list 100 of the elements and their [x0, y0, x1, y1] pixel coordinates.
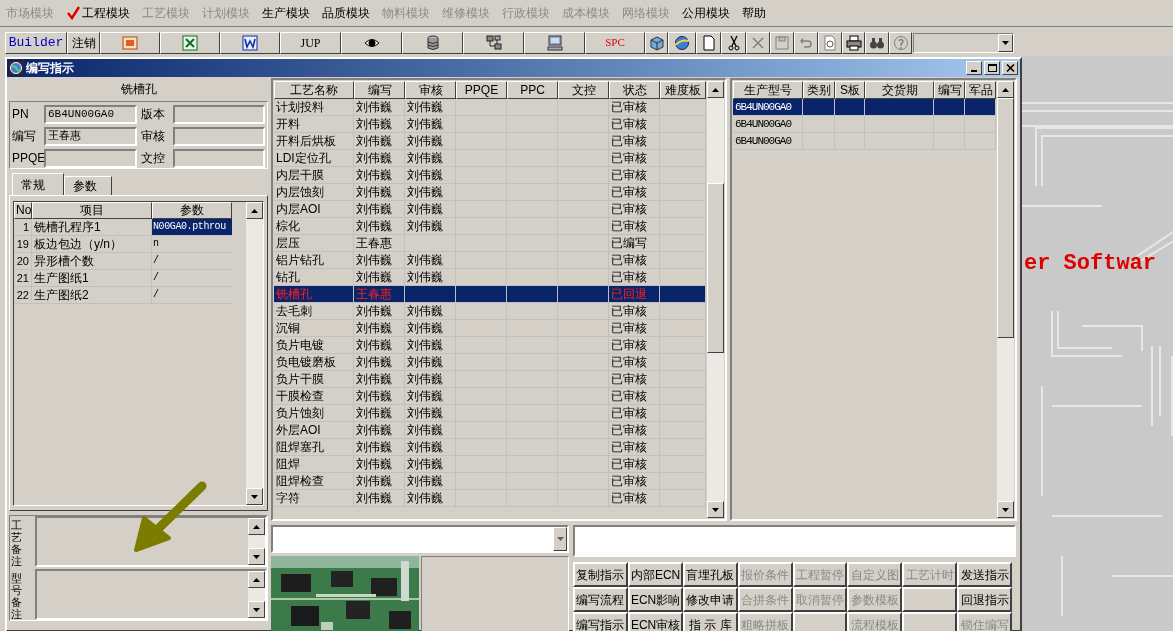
- table-row[interactable]: 铣槽孔 王春惠 已回退: [274, 286, 706, 303]
- input-field[interactable]: [573, 525, 1016, 557]
- table-row[interactable]: 开料 刘伟巍 刘伟巍 已审核: [274, 116, 706, 133]
- help-button[interactable]: [889, 31, 912, 54]
- column-header[interactable]: 工艺名称: [274, 81, 354, 99]
- column-header[interactable]: 编写: [934, 81, 965, 99]
- undo-button[interactable]: [794, 31, 818, 54]
- logout-button[interactable]: 注销: [67, 31, 100, 54]
- table-row[interactable]: 6B4UN00GA0: [733, 116, 996, 133]
- table-row[interactable]: 内层干膜 刘伟巍 刘伟巍 已审核: [274, 167, 706, 184]
- column-header[interactable]: 项目: [32, 202, 152, 219]
- maximize-button[interactable]: [984, 61, 1000, 75]
- toolbar-button[interactable]: [668, 31, 696, 54]
- table-row[interactable]: 开料后烘板 刘伟巍 刘伟巍 已审核: [274, 133, 706, 150]
- table-row[interactable]: 干膜检查 刘伟巍 刘伟巍 已审核: [274, 388, 706, 405]
- scrollbar[interactable]: [997, 81, 1014, 518]
- toolbar-button[interactable]: [341, 31, 402, 54]
- scrollbar[interactable]: [248, 571, 265, 618]
- input-field[interactable]: [172, 126, 265, 146]
- table-row[interactable]: 层压 王春惠 已编写: [274, 235, 706, 252]
- jup-button[interactable]: JUP: [280, 31, 341, 54]
- column-header[interactable]: 审核: [405, 81, 456, 99]
- delete-button[interactable]: [746, 31, 770, 54]
- table-row[interactable]: 棕化 刘伟巍 刘伟巍 已审核: [274, 218, 706, 235]
- column-header[interactable]: 参数: [152, 202, 232, 219]
- input-field[interactable]: [172, 148, 265, 168]
- action-button[interactable]: 发送指示: [957, 562, 1012, 587]
- action-button[interactable]: 修改申请: [682, 587, 738, 612]
- column-header[interactable]: 文控: [558, 81, 609, 99]
- table-row[interactable]: 负片干膜 刘伟巍 刘伟巍 已审核: [274, 371, 706, 388]
- dropdown-field[interactable]: [913, 32, 1014, 53]
- action-button[interactable]: 盲埋孔板: [682, 562, 738, 587]
- table-cell[interactable]: /: [152, 270, 232, 287]
- table-row[interactable]: 阻焊 刘伟巍 刘伟巍 已审核: [274, 456, 706, 473]
- toolbar-button[interactable]: [645, 31, 668, 54]
- column-header[interactable]: 生产型号: [733, 81, 803, 99]
- blank-button[interactable]: [902, 587, 958, 612]
- column-header[interactable]: 类别: [803, 81, 835, 99]
- scrollbar[interactable]: [246, 202, 263, 505]
- action-button[interactable]: ECN影响: [627, 587, 683, 612]
- table-row[interactable]: 字符 刘伟巍 刘伟巍 已审核: [274, 490, 706, 507]
- blank-button[interactable]: [792, 612, 848, 631]
- toolbar-button[interactable]: [220, 31, 280, 54]
- table-row[interactable]: 阻焊检查 刘伟巍 刘伟巍 已审核: [274, 473, 706, 490]
- toolbar-button[interactable]: [524, 31, 585, 54]
- column-header[interactable]: S板: [835, 81, 865, 99]
- dropdown-field[interactable]: [271, 525, 569, 553]
- toolbar-button[interactable]: [402, 31, 463, 54]
- column-header[interactable]: 难度板: [660, 81, 706, 99]
- save-button[interactable]: [770, 31, 794, 54]
- toolbar-button[interactable]: [463, 31, 524, 54]
- table-cell[interactable]: /: [152, 287, 232, 304]
- column-header[interactable]: 状态: [609, 81, 660, 99]
- print-button[interactable]: [842, 31, 865, 54]
- close-button[interactable]: [1002, 61, 1018, 75]
- table-row[interactable]: 内层AOI 刘伟巍 刘伟巍 已审核: [274, 201, 706, 218]
- action-button[interactable]: 内部ECN: [627, 562, 683, 587]
- action-button[interactable]: ECN审核: [627, 612, 683, 631]
- new-button[interactable]: [696, 31, 721, 54]
- blank-button[interactable]: [902, 612, 958, 631]
- table-row[interactable]: 内层蚀刻 刘伟巍 刘伟巍 已审核: [274, 184, 706, 201]
- column-header[interactable]: PPC: [507, 81, 558, 99]
- table-row[interactable]: 计划投料 刘伟巍 刘伟巍 已审核: [274, 99, 706, 116]
- table-cell[interactable]: /: [152, 253, 232, 270]
- scrollbar[interactable]: [707, 81, 724, 518]
- input-field[interactable]: [44, 148, 137, 168]
- menu-item[interactable]: 公用模块: [682, 4, 730, 22]
- builder-button[interactable]: Builder: [5, 31, 67, 54]
- find-button[interactable]: [865, 31, 889, 54]
- tab[interactable]: 常规: [12, 173, 64, 195]
- column-header[interactable]: 交货期: [865, 81, 934, 99]
- action-button[interactable]: 回退指示: [957, 587, 1012, 612]
- table-row[interactable]: 去毛刺 刘伟巍 刘伟巍 已审核: [274, 303, 706, 320]
- input-field[interactable]: 王春惠: [44, 126, 137, 146]
- toolbar-button[interactable]: [100, 31, 160, 54]
- action-button[interactable]: 复制指示: [573, 562, 628, 587]
- column-header[interactable]: No: [14, 202, 32, 219]
- notes-field[interactable]: [35, 569, 267, 620]
- tab[interactable]: 参数: [64, 176, 112, 195]
- column-header[interactable]: 编写: [354, 81, 405, 99]
- table-row[interactable]: 6B4UN00GA0: [733, 99, 996, 116]
- table-row[interactable]: 负片蚀刻 刘伟巍 刘伟巍 已审核: [274, 405, 706, 422]
- menu-item[interactable]: 生产模块: [262, 4, 310, 22]
- table-row[interactable]: 负电镀磨板 刘伟巍 刘伟巍 已审核: [274, 354, 706, 371]
- table-row[interactable]: 铝片钻孔 刘伟巍 刘伟巍 已审核: [274, 252, 706, 269]
- table-row[interactable]: 外层AOI 刘伟巍 刘伟巍 已审核: [274, 422, 706, 439]
- action-button[interactable]: 指 示 库: [682, 612, 738, 631]
- minimize-button[interactable]: [966, 61, 982, 75]
- action-button[interactable]: 编写流程: [573, 587, 628, 612]
- input-field[interactable]: 6B4UN00GA0: [44, 104, 137, 124]
- input-field[interactable]: [172, 104, 265, 124]
- notes-field[interactable]: [35, 516, 267, 567]
- scrollbar[interactable]: [248, 518, 265, 565]
- column-header[interactable]: 军品: [965, 81, 996, 99]
- table-row[interactable]: LDI定位孔 刘伟巍 刘伟巍 已审核: [274, 150, 706, 167]
- menu-item[interactable]: 工程模块: [82, 4, 130, 22]
- column-header[interactable]: PPQE: [456, 81, 507, 99]
- menu-item[interactable]: 帮助: [742, 4, 766, 22]
- cut-button[interactable]: [721, 31, 746, 54]
- table-cell[interactable]: n: [152, 236, 232, 253]
